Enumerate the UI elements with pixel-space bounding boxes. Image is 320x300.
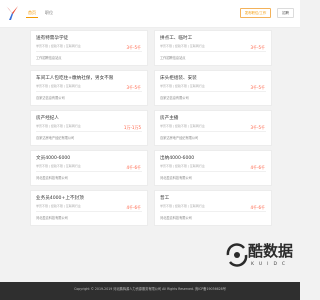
card-divider: [160, 51, 266, 52]
company-name[interactable]: 百家达房地产经纪有限公司: [160, 135, 266, 140]
salary-label: 3千-5千: [250, 85, 265, 90]
card-divider: [160, 211, 266, 212]
card-divider: [36, 171, 142, 172]
job-card[interactable]: 出纳4000-6000 学历不限 | 经验不限 | 互联网行业 河北盈嘉科技有限公司…: [154, 150, 272, 186]
job-card[interactable]: 普工 学历不限 | 经验不限 | 互联网行业 河北盈嘉科技有限公司 4千-6千: [154, 190, 272, 226]
job-card[interactable]: 车间工人包吃住+缴纳社保，男女不限 学历不限 | 经验不限 | 互联网行业 百家达信…: [30, 70, 148, 106]
salary-label: 1万-1万5: [123, 125, 141, 130]
job-title[interactable]: 文员4000-6000: [36, 155, 122, 161]
header-actions: 发布职位/工作 招聘: [239, 8, 294, 18]
job-title[interactable]: 普工: [160, 195, 246, 201]
card-divider: [36, 211, 142, 212]
nav-jobs[interactable]: 职位: [43, 9, 55, 18]
company-name[interactable]: 河北盈嘉科技有限公司: [36, 215, 142, 220]
job-card[interactable]: 业务员4000+上不封顶 学历不限 | 经验不限 | 互联网行业 河北盈嘉科技有限公…: [30, 190, 148, 226]
card-divider: [160, 131, 266, 132]
card-divider: [36, 91, 142, 92]
card-divider: [160, 91, 266, 92]
company-name[interactable]: 百家达房地产经纪有限公司: [36, 135, 142, 140]
recruit-button[interactable]: 招聘: [277, 8, 294, 18]
job-title[interactable]: 送有特需孕学徒: [36, 35, 122, 41]
job-title[interactable]: 房产主播: [160, 115, 246, 121]
card-divider: [36, 51, 142, 52]
company-name[interactable]: 工作招聘信息站点: [160, 55, 266, 60]
watermark-subtext: KUIDC: [251, 262, 291, 267]
job-title[interactable]: 拼点工、临时工: [160, 35, 246, 41]
job-title[interactable]: 业务员4000+上不封顶: [36, 195, 122, 201]
job-card[interactable]: 房产主播 学历不限 | 经验不限 | 互联网行业 百家达房地产经纪有限公司 3千-5千: [154, 110, 272, 146]
card-divider: [36, 131, 142, 132]
job-title[interactable]: 床头柜组装、安装: [160, 75, 246, 81]
company-name[interactable]: 河北盈嘉科技有限公司: [160, 215, 266, 220]
salary-label: 3千-5千: [126, 45, 141, 50]
job-card[interactable]: 文员4000-6000 学历不限 | 经验不限 | 互联网行业 河北盈嘉科技有限公司…: [30, 150, 148, 186]
job-card[interactable]: 床头柜组装、安装 学历不限 | 经验不限 | 互联网行业 百家达信息有限公司 3千-5…: [154, 70, 272, 106]
job-title[interactable]: 房产经纪人: [36, 115, 122, 121]
salary-label: 4千-6千: [250, 205, 265, 210]
kuidc-logo-icon: [226, 243, 248, 267]
company-name[interactable]: 河北盈嘉科技有限公司: [36, 175, 142, 180]
footer-copyright: Copyright © 2019-2019 河北鹏辉源人力资源服务有限公司 Al…: [74, 287, 226, 291]
salary-label: 3千-5千: [250, 125, 265, 130]
card-divider: [160, 171, 266, 172]
job-card[interactable]: 拼点工、临时工 学历不限 | 经验不限 | 互联网行业 工作招聘信息站点 3千-5千: [154, 30, 272, 66]
top-header: 首页 职位 发布职位/工作 招聘: [0, 0, 300, 28]
salary-label: 3千-5千: [250, 45, 265, 50]
job-list: 送有特需孕学徒 学历不限 | 经验不限 | 互联网行业 工作招聘信息站点 3千-5千拼…: [30, 30, 272, 226]
post-job-button[interactable]: 发布职位/工作: [239, 8, 272, 18]
job-card[interactable]: 送有特需孕学徒 学历不限 | 经验不限 | 互联网行业 工作招聘信息站点 3千-5千: [30, 30, 148, 66]
salary-label: 4千-6千: [126, 165, 141, 170]
watermark: 酷数据 KUIDC: [224, 240, 296, 296]
company-name[interactable]: 工作招聘信息站点: [36, 55, 142, 60]
watermark-text: 酷数据: [248, 242, 294, 260]
salary-label: 4千-6千: [126, 205, 141, 210]
company-name[interactable]: 河北盈嘉科技有限公司: [160, 175, 266, 180]
job-title[interactable]: 车间工人包吃住+缴纳社保，男女不限: [36, 75, 122, 81]
main-nav: 首页 职位: [26, 9, 55, 18]
job-card[interactable]: 房产经纪人 学历不限 | 经验不限 | 互联网行业 百家达房地产经纪有限公司 1万-1…: [30, 110, 148, 146]
salary-label: 3千-5千: [126, 85, 141, 90]
y-logo-icon[interactable]: [6, 6, 18, 20]
company-name[interactable]: 百家达信息有限公司: [36, 95, 142, 100]
nav-home[interactable]: 首页: [26, 9, 38, 18]
company-name[interactable]: 百家达信息有限公司: [160, 95, 266, 100]
job-title[interactable]: 出纳4000-6000: [160, 155, 246, 161]
salary-label: 4千-6千: [250, 165, 265, 170]
